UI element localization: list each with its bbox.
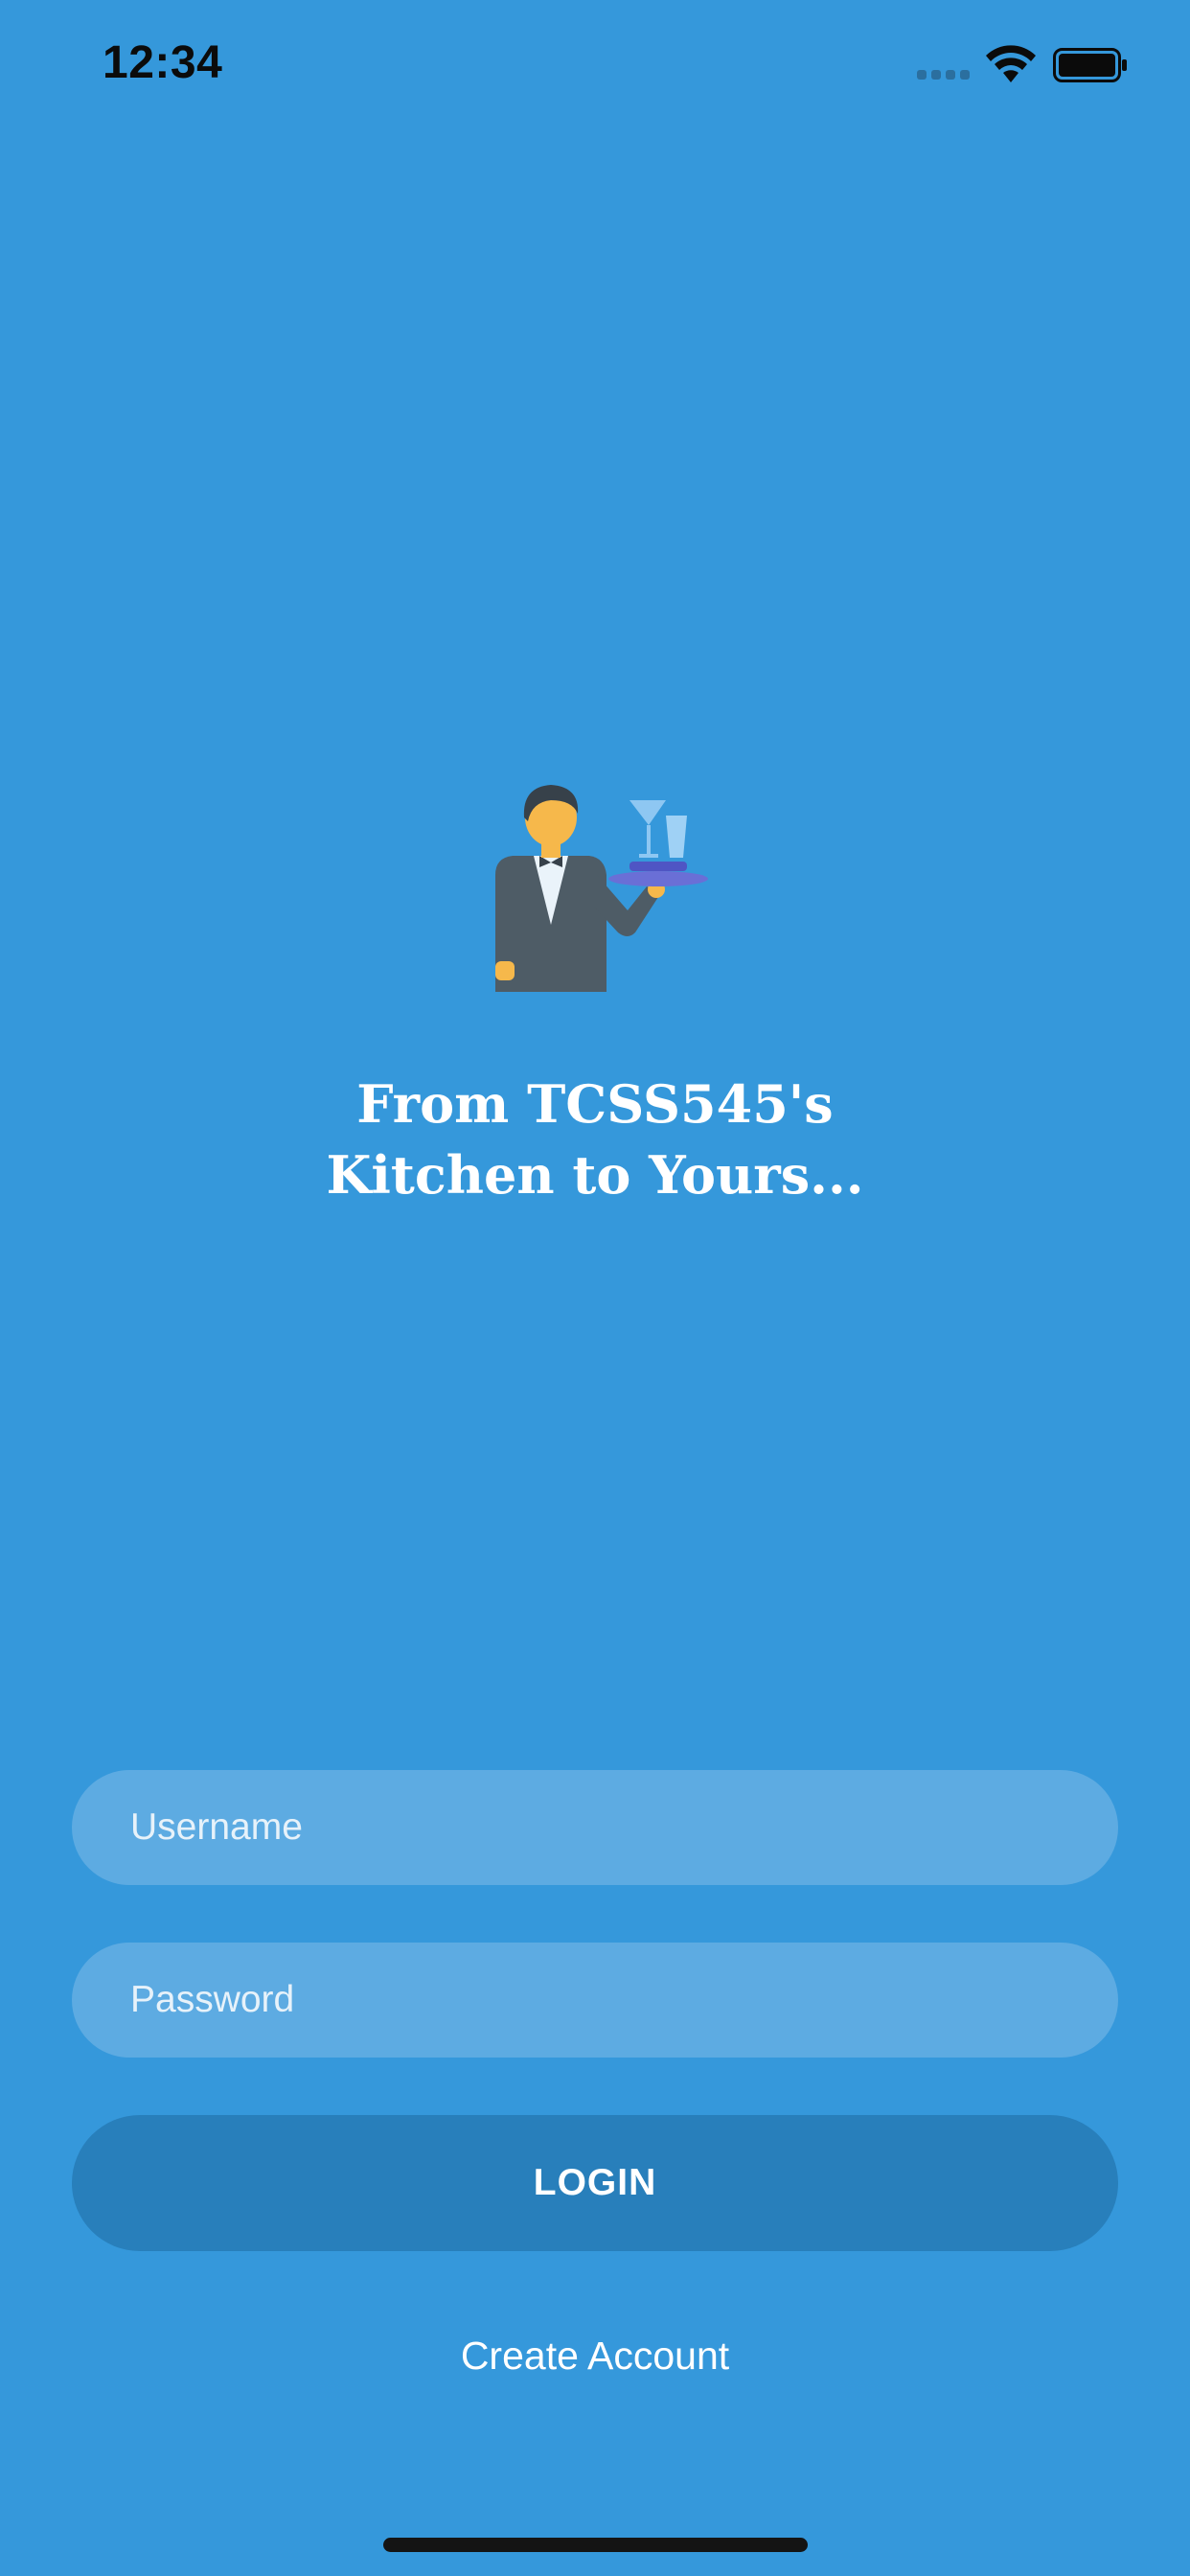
username-input[interactable] (72, 1770, 1118, 1885)
app-tagline: From TCSS545's Kitchen to Yours... (192, 1069, 998, 1210)
battery-icon (1053, 48, 1127, 82)
waiter-icon (495, 785, 708, 992)
tagline-line-1: From TCSS545's (356, 1073, 834, 1135)
home-indicator[interactable] (383, 2538, 808, 2552)
signal-icon (917, 70, 971, 80)
tagline-line-2: Kitchen to Yours... (326, 1144, 864, 1206)
login-button[interactable]: LOGIN (72, 2115, 1118, 2251)
create-account-link[interactable]: Create Account (0, 2334, 1190, 2379)
status-time: 12:34 (103, 37, 223, 88)
password-input[interactable] (72, 1943, 1118, 2058)
login-screen: 12:34 From TCSS545's Kitchen to Yours...… (0, 0, 1190, 2576)
wifi-icon (986, 45, 1036, 82)
